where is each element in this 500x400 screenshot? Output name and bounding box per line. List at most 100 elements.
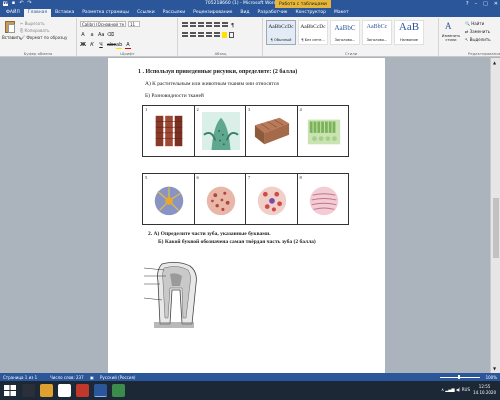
tab-mailings[interactable]: Рассылки — [159, 9, 190, 17]
borders-icon[interactable] — [229, 32, 234, 38]
tab-home[interactable]: Главная — [23, 9, 52, 17]
tab-design[interactable]: Конструктор — [291, 9, 329, 17]
italic-icon[interactable]: К — [89, 42, 95, 49]
select-label: Выделить — [469, 37, 491, 42]
table-cell[interactable]: 4 — [296, 105, 349, 157]
minimize-button[interactable]: – — [475, 0, 478, 8]
format-painter-button[interactable]: 🖌 Формат по образцу — [20, 35, 67, 40]
images-table-2[interactable]: 5 6 7 8 — [142, 173, 349, 225]
windows-start-icon[interactable] — [3, 384, 17, 397]
word-icon: W — [3, 0, 9, 6]
tab-layout[interactable]: Макет — [330, 9, 353, 17]
search-icon[interactable] — [22, 384, 35, 397]
system-tray: ∧ ▂▄▆ ◀) RUS — [441, 387, 470, 392]
align-right-icon[interactable] — [198, 32, 204, 37]
table-cell[interactable]: 2 — [193, 105, 246, 157]
app-taskbar-icon[interactable] — [112, 384, 125, 397]
style-no-spacing[interactable]: AaBbCcDc ¶ Без инте... — [298, 20, 328, 45]
cut-button[interactable]: ✂ Вырезать — [20, 21, 45, 26]
table-cell[interactable]: 6 — [193, 173, 246, 225]
align-center-icon[interactable] — [190, 32, 196, 37]
nerve-cell-image — [154, 186, 184, 216]
style-sample: AaB — [398, 21, 420, 33]
style-heading-1[interactable]: AaBbC Заголово... — [330, 20, 360, 45]
show-marks-icon[interactable]: ¶ — [230, 22, 237, 29]
paste-button[interactable]: Вставить — [2, 20, 21, 42]
word-count[interactable]: Число слов: 237 — [50, 375, 84, 380]
scroll-down-icon[interactable]: ▼ — [493, 366, 496, 371]
undo-icon[interactable]: ↶ — [19, 1, 24, 6]
tab-file[interactable]: ФАЙЛ — [2, 9, 24, 17]
browser-icon[interactable] — [58, 384, 71, 397]
zoom-slider-knob[interactable] — [458, 375, 460, 379]
font-size-select[interactable]: 11 — [128, 21, 140, 27]
opera-icon[interactable] — [76, 384, 89, 397]
copy-button[interactable]: ⎘ Копировать — [20, 28, 49, 33]
tab-view[interactable]: Вид — [236, 9, 253, 17]
file-explorer-icon[interactable] — [40, 384, 53, 397]
style-title[interactable]: AaB Название — [394, 20, 424, 45]
justify-icon[interactable] — [206, 32, 212, 37]
images-table-1[interactable]: 1 2 3 4 — [142, 105, 349, 157]
font-name-select[interactable]: Calibri (Основной те — [80, 21, 126, 27]
style-name: ¶ Обычный — [270, 38, 292, 42]
document-page[interactable]: 1 . Используя приведенные рисунки, опред… — [108, 58, 385, 373]
style-heading-2[interactable]: AaBbCc Заголово... — [362, 20, 392, 45]
close-button[interactable]: ✕ — [494, 0, 498, 8]
line-spacing-icon[interactable] — [214, 32, 220, 37]
spellcheck-icon[interactable]: ▣ — [90, 375, 94, 380]
find-button[interactable]: 🔍 Найти — [465, 21, 484, 26]
decrease-indent-icon[interactable] — [206, 22, 212, 27]
grow-font-icon[interactable]: A — [80, 32, 86, 38]
bullets-icon[interactable] — [182, 22, 188, 27]
epithelial-tissue-image — [254, 117, 290, 145]
select-button[interactable]: ↖ Выделить — [465, 37, 491, 42]
text-highlight-icon[interactable]: ab — [116, 42, 122, 49]
scrollbar-thumb[interactable] — [493, 198, 499, 258]
shading-icon[interactable] — [222, 32, 227, 38]
font-color-icon[interactable]: A — [125, 42, 131, 49]
table-cell[interactable]: 1 — [142, 105, 195, 157]
table-cell[interactable]: 7 — [245, 173, 298, 225]
redo-icon[interactable]: ↷ — [27, 1, 32, 6]
tab-page-layout[interactable]: Разметка страницы — [78, 9, 133, 17]
replace-button[interactable]: ⇄ Заменить — [465, 29, 490, 34]
language-indicator[interactable]: Русский (Россия) — [100, 375, 135, 380]
strikethrough-icon[interactable]: abc — [107, 42, 116, 49]
tab-insert[interactable]: Вставка — [51, 9, 78, 17]
maximize-button[interactable]: □ — [483, 0, 488, 8]
change-case-icon[interactable]: Aa — [98, 32, 104, 38]
zoom-level[interactable]: 100% — [486, 375, 497, 380]
page-count[interactable]: Страница 1 из 1 — [3, 375, 37, 380]
tab-review[interactable]: Рецензирование — [189, 9, 236, 17]
clear-format-icon[interactable]: ⌫ — [107, 32, 114, 38]
tab-references[interactable]: Ссылки — [133, 9, 159, 17]
smooth-muscle-tissue-image — [309, 186, 338, 216]
input-language[interactable]: RUS — [462, 387, 470, 392]
numbering-icon[interactable] — [190, 22, 196, 27]
scroll-up-icon[interactable]: ▲ — [493, 60, 496, 65]
vertical-scrollbar[interactable]: ▲ ▼ — [490, 58, 500, 373]
table-cell[interactable]: 8 — [296, 173, 349, 225]
volume-icon[interactable]: ◀) — [456, 387, 461, 392]
align-left-icon[interactable] — [182, 32, 188, 37]
increase-indent-icon[interactable] — [214, 22, 220, 27]
tab-developer[interactable]: Разработчик — [254, 9, 292, 17]
shrink-font-icon[interactable]: a — [89, 32, 95, 38]
word-taskbar-icon[interactable] — [94, 384, 107, 397]
multilevel-list-icon[interactable] — [198, 22, 204, 27]
save-icon[interactable]: ▪ — [11, 1, 16, 6]
tray-arrow-icon[interactable]: ∧ — [441, 387, 444, 392]
underline-icon[interactable]: Ч — [98, 42, 104, 49]
clock[interactable]: 12:55 14.10.2020 — [473, 384, 496, 396]
style-normal[interactable]: AaBbCcDc ¶ Обычный — [266, 20, 296, 45]
table-cell[interactable]: 5 — [142, 173, 195, 225]
table-cell[interactable]: 3 — [245, 105, 298, 157]
network-icon[interactable]: ▂▄▆ — [445, 387, 454, 392]
help-button[interactable]: ? — [466, 0, 469, 8]
sort-icon[interactable] — [222, 22, 228, 27]
bold-icon[interactable]: Ж — [80, 42, 86, 49]
zoom-slider[interactable] — [440, 376, 480, 378]
clipboard-group-label: Буфер обмена — [23, 51, 53, 56]
change-styles-button[interactable]: A Изменить стили — [441, 18, 461, 57]
